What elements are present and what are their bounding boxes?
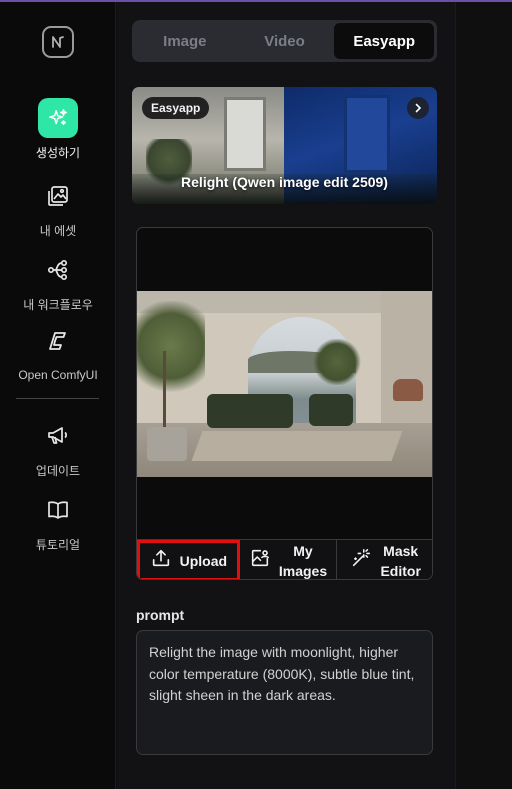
- upload-label: Upload: [179, 552, 228, 569]
- image-gallery-icon: [38, 176, 78, 216]
- mask-editor-label: Mask Editor: [380, 541, 421, 580]
- sidebar-item-label: 생성하기: [35, 146, 81, 160]
- sidebar-item-label: 업데이트: [35, 464, 81, 478]
- input-image-panel: Upload My Images Mask Editor: [136, 227, 433, 580]
- sparkles-icon: [38, 98, 78, 138]
- comfyui-icon: [38, 322, 78, 362]
- image-action-bar: Upload My Images Mask Editor: [137, 539, 432, 580]
- banner-badge: Easyapp: [142, 97, 210, 119]
- mode-tabs: Image Video Easyapp: [132, 20, 437, 62]
- my-images-button[interactable]: My Images: [240, 540, 338, 580]
- right-panel-edge: [455, 2, 512, 789]
- sidebar-item-label: 튜토리얼: [35, 538, 81, 552]
- upload-icon: [150, 547, 172, 574]
- main-panel: Image Video Easyapp Easyapp Relight (Qwe…: [117, 2, 455, 789]
- tab-video[interactable]: Video: [235, 23, 335, 59]
- prompt-textarea[interactable]: Relight the image with moonlight, higher…: [136, 630, 433, 755]
- my-images-label-line2: Images: [278, 562, 328, 579]
- mask-editor-label-line2: Editor: [380, 562, 421, 579]
- prompt-label: prompt: [136, 607, 185, 623]
- mask-editor-label-line1: Mask: [383, 542, 419, 559]
- upload-button[interactable]: Upload: [137, 540, 240, 579]
- sidebar-item-label: 내 에셋: [39, 224, 77, 238]
- sidebar-item-create[interactable]: 생성하기: [0, 98, 116, 161]
- tab-image[interactable]: Image: [135, 23, 235, 59]
- sidebar-item-updates[interactable]: 업데이트: [0, 416, 116, 479]
- workflow-icon: [38, 250, 78, 290]
- app-logo-icon[interactable]: [42, 26, 74, 58]
- megaphone-icon: [38, 416, 78, 456]
- sidebar-item-my-workflow[interactable]: 내 워크플로우: [0, 250, 116, 313]
- input-image-preview: [137, 291, 432, 477]
- my-images-label: My Images: [278, 541, 328, 580]
- my-images-label-line1: My: [293, 542, 313, 559]
- sidebar: 생성하기 내 에셋 내 워크플로우 Open ComfyUI 업데이트 튜토리얼: [0, 2, 116, 789]
- sidebar-item-tutorial[interactable]: 튜토리얼: [0, 490, 116, 553]
- app-banner[interactable]: Easyapp Relight (Qwen image edit 2509): [132, 87, 437, 204]
- sidebar-divider: [16, 398, 99, 399]
- sidebar-item-label: Open ComfyUI: [18, 368, 98, 382]
- mask-editor-button[interactable]: Mask Editor: [337, 540, 432, 580]
- book-icon: [38, 490, 78, 530]
- sidebar-item-open-comfyui[interactable]: Open ComfyUI: [0, 322, 116, 382]
- magic-wand-icon: [350, 547, 372, 574]
- image-person-icon: [249, 547, 271, 574]
- sidebar-item-label: 내 워크플로우: [23, 298, 93, 312]
- banner-title: Relight (Qwen image edit 2509): [181, 174, 388, 190]
- chevron-right-icon[interactable]: [407, 97, 429, 119]
- sidebar-item-my-assets[interactable]: 내 에셋: [0, 176, 116, 239]
- tab-easyapp[interactable]: Easyapp: [334, 23, 435, 59]
